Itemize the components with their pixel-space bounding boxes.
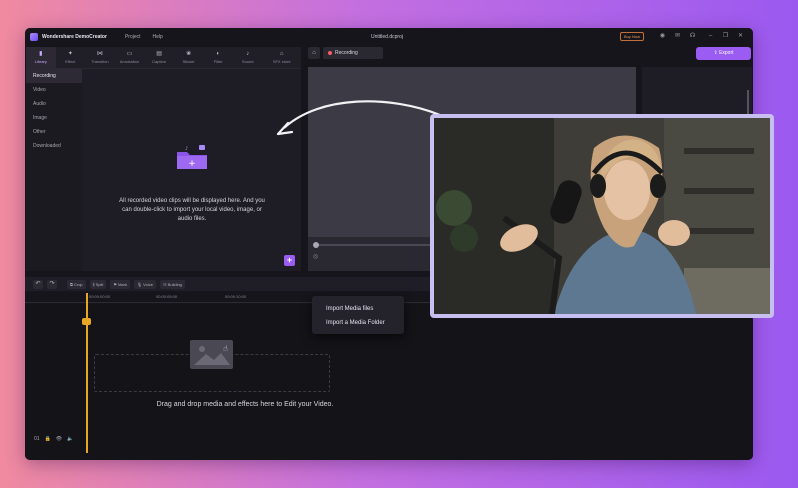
snapshot-icon[interactable]: ◎ <box>313 253 318 260</box>
transition-icon: ⋈ <box>96 51 103 57</box>
filter-icon: ◐ <box>216 51 220 57</box>
drop-media-thumbnail: ☝ <box>190 340 233 369</box>
import-media-files-item[interactable]: Import Media files <box>312 302 404 316</box>
podcaster-image <box>434 118 770 314</box>
add-media-button[interactable]: + <box>284 255 295 266</box>
caption-icon: ▤ <box>156 51 162 57</box>
tab-filter[interactable]: ◐ Filter <box>203 47 233 68</box>
annotation-icon: ▭ <box>126 51 133 57</box>
media-empty-area[interactable]: + ♪ All recorded video clips will be dis… <box>83 69 301 271</box>
sidebar-item-recording[interactable]: Recording <box>26 69 82 83</box>
tab-label: Library <box>34 59 47 64</box>
menu-project[interactable]: Project <box>125 34 141 40</box>
sidebar-item-other[interactable]: Other <box>26 125 82 139</box>
track-number: 01 <box>34 436 40 442</box>
voice-label: Voice <box>143 281 153 287</box>
sidebar-item-video[interactable]: Video <box>26 83 82 97</box>
tab-label: SFX store <box>272 59 291 64</box>
import-media-folder-item[interactable]: Import a Media Folder <box>312 316 404 330</box>
lock-icon[interactable]: 🔒 <box>45 436 51 442</box>
empty-library-message: All recorded video clips will be display… <box>119 198 265 222</box>
library-sidebar: Recording Video Audio Image Other Downlo… <box>26 69 82 271</box>
curved-arrow-icon <box>276 100 441 136</box>
tab-label: Sound <box>241 59 254 64</box>
record-dot-icon <box>328 50 332 55</box>
mark-label: Mark <box>118 281 127 287</box>
tab-sfx-store[interactable]: ⌂ SFX store <box>263 47 301 68</box>
tab-effect[interactable]: ✦ Effect <box>56 47 86 68</box>
crop-label: Crop <box>73 281 83 287</box>
svg-text:+: + <box>188 159 196 169</box>
buy-now-button[interactable]: Buy Now <box>620 32 645 41</box>
undo-icon[interactable]: ↶ <box>33 279 43 289</box>
tab-sticker[interactable]: ❀ Sticker <box>174 47 204 68</box>
minimize-icon[interactable]: – <box>706 32 715 41</box>
track-controls: 01 🔒 👁 🔈 <box>34 436 78 442</box>
mute-icon[interactable]: 🔈 <box>67 436 73 442</box>
library-tabs: ▮ Library ✦ Effect ⋈ Transition ▭ Annota… <box>26 47 301 69</box>
account-icon[interactable]: ◉ <box>658 32 667 41</box>
sidebar-item-image[interactable]: Image <box>26 111 82 125</box>
close-icon[interactable]: ✕ <box>736 32 745 41</box>
tab-library[interactable]: ▮ Library <box>26 47 56 68</box>
split-button[interactable]: ⫼ Split <box>89 279 107 289</box>
podcaster-photo <box>430 114 774 318</box>
image-placeholder-icon: ☝ <box>194 344 230 365</box>
ruler-tick: 00:00:10:00 <box>225 294 247 299</box>
tab-transition[interactable]: ⋈ Transition <box>85 47 115 68</box>
playhead[interactable] <box>86 293 88 453</box>
library-panel: ▮ Library ✦ Effect ⋈ Transition ▭ Annota… <box>26 47 301 271</box>
voice-button[interactable]: 🎙 Voice <box>133 279 156 289</box>
svg-text:☝: ☝ <box>223 344 228 353</box>
building-label: Building <box>167 281 182 287</box>
playhead-handle[interactable] <box>82 318 91 325</box>
building-button[interactable]: ☷ Building <box>159 279 185 289</box>
import-context-menu: Import Media files Import a Media Folder <box>312 296 404 334</box>
tab-label: Sticker <box>182 59 195 64</box>
media-folder-icon: + ♪ <box>177 145 207 169</box>
redo-icon[interactable]: ↷ <box>47 279 57 289</box>
library-icon: ▮ <box>39 51 43 57</box>
drop-instructions: Drag and drop media and effects here to … <box>156 401 334 408</box>
tab-sound[interactable]: ♪ Sound <box>233 47 263 68</box>
tab-label: Effect <box>65 59 76 64</box>
app-logo-icon <box>30 33 38 41</box>
sound-icon: ♪ <box>246 51 250 57</box>
recording-chip[interactable]: Recording <box>323 47 383 59</box>
restore-icon[interactable]: ❐ <box>721 32 730 41</box>
svg-text:♪: ♪ <box>185 146 188 152</box>
sidebar-item-audio[interactable]: Audio <box>26 97 82 111</box>
mark-button[interactable]: ⚑ Mark <box>110 279 130 289</box>
title-bar: Wondershare DemoCreator Project Help Unt… <box>25 28 753 46</box>
store-icon: ⌂ <box>279 51 284 57</box>
mail-icon[interactable]: ✉ <box>673 32 682 41</box>
sidebar-item-downloaded[interactable]: Downloaded <box>26 139 82 153</box>
tab-label: Filter <box>213 59 223 64</box>
tab-label: Caption <box>152 59 166 64</box>
scrubber-handle[interactable] <box>313 242 319 248</box>
visibility-icon[interactable]: 👁 <box>56 436 62 442</box>
document-title: Untitled.dcproj <box>371 34 403 40</box>
recording-chip-label: Recording <box>335 50 358 56</box>
tab-label: Annotation <box>119 59 140 64</box>
tab-caption[interactable]: ▤ Caption <box>144 47 174 68</box>
split-label: Split <box>95 281 104 287</box>
tab-annotation[interactable]: ▭ Annotation <box>115 47 145 68</box>
sticker-icon: ❀ <box>186 51 192 57</box>
support-icon[interactable]: ☊ <box>688 32 697 41</box>
export-label: Export <box>719 50 734 56</box>
ruler-tick: 00:00:05:00 <box>156 294 178 299</box>
crop-button[interactable]: ⧉ Crop <box>67 279 86 289</box>
home-icon[interactable]: ⌂ <box>308 47 320 59</box>
tab-label: Transition <box>91 59 109 64</box>
app-name: Wondershare DemoCreator <box>42 34 107 40</box>
export-button[interactable]: ⇪ Export <box>696 47 751 60</box>
effect-icon: ✦ <box>67 51 73 57</box>
menu-help[interactable]: Help <box>153 34 163 40</box>
ruler-tick: 00:00:00:00 <box>89 294 111 299</box>
